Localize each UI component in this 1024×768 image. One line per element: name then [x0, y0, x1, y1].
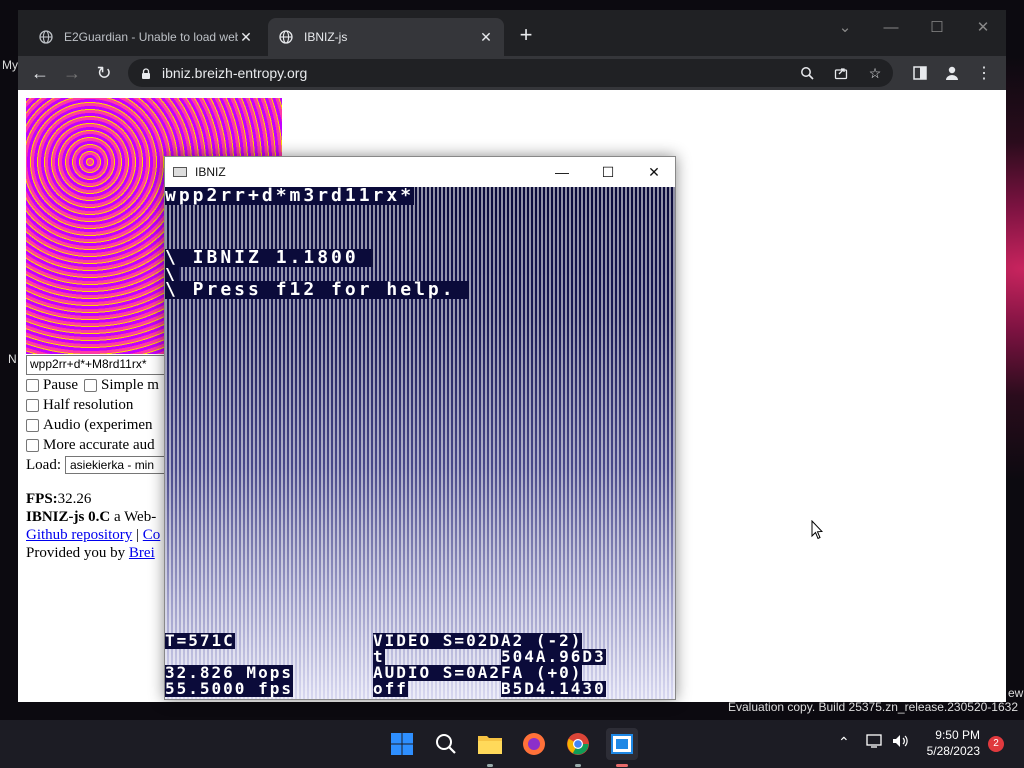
github-repository-link[interactable]: Github repository	[26, 527, 132, 544]
version-text: a Web-	[110, 509, 157, 525]
running-app-indicator	[575, 764, 581, 767]
reload-button[interactable]: ↻	[93, 62, 115, 84]
desktop-label-fragment: My	[2, 58, 18, 72]
side-panel-icon[interactable]	[908, 61, 932, 85]
load-label: Load:	[26, 456, 61, 473]
provider-link[interactable]: Brei	[129, 545, 155, 562]
fps-value: 32.26	[57, 491, 92, 507]
evaluation-watermark: Evaluation copy. Build 25375.zn_release.…	[728, 700, 1018, 714]
simple-mode-checkbox[interactable]	[84, 379, 97, 392]
fps-label: FPS:	[26, 491, 58, 507]
simple-mode-label: Simple m	[101, 377, 159, 393]
start-icon[interactable]	[386, 728, 418, 760]
profile-icon[interactable]	[940, 61, 964, 85]
new-tab-button[interactable]: +	[514, 24, 538, 48]
pause-checkbox[interactable]	[26, 379, 39, 392]
b-value: B5D4.1430	[501, 679, 606, 698]
version-title: IBNIZ-js 0.C	[26, 509, 111, 525]
ibniz-display[interactable]: wpp2rr+d*m3rd11rx* \ IBNIZ 1.1800 \ \ Pr…	[165, 187, 675, 699]
active-app-indicator	[616, 764, 628, 767]
load-row: Load: asiekierka - min	[26, 456, 165, 474]
minimize-button[interactable]: —	[539, 157, 585, 187]
file-explorer-icon[interactable]	[474, 728, 506, 760]
tab-ibniz-js[interactable]: IBNIZ-js ✕	[268, 18, 504, 56]
address-bar[interactable]: ibniz.breizh-entropy.org ☆	[128, 59, 893, 87]
minimize-button[interactable]: —	[868, 10, 914, 44]
provided-row: Provided you by Brei	[26, 545, 155, 562]
globe-icon	[38, 29, 54, 45]
browser-toolbar: ← → ↻ ibniz.breizh-entropy.org ☆ ⋮	[18, 56, 1006, 90]
audio-label: Audio (experimen	[43, 417, 153, 433]
desktop-label-fragment-2: N	[8, 352, 17, 366]
secondary-link[interactable]: Co	[143, 527, 161, 544]
accurate-audio-checkbox[interactable]	[26, 439, 39, 452]
close-window-button[interactable]: ✕	[960, 10, 1006, 44]
tab-strip: E2Guardian - Unable to load web page ✕ I…	[18, 10, 1006, 56]
volume-icon[interactable]	[892, 734, 910, 751]
code-input[interactable]: wpp2rr+d*+M8rd11rx*	[26, 355, 176, 375]
help-line: \ Press f12 for help.	[165, 279, 470, 300]
notification-badge[interactable]: 2	[988, 736, 1004, 752]
fps-readout: 55.5000 fps	[165, 679, 293, 698]
close-tab-icon[interactable]: ✕	[238, 29, 254, 45]
running-app-indicator	[487, 764, 493, 767]
firefox-icon[interactable]	[518, 728, 550, 760]
app-icon	[173, 167, 187, 177]
code-line[interactable]: wpp2rr+d*m3rd11rx*	[165, 187, 415, 205]
back-button[interactable]: ←	[29, 62, 51, 84]
banner-line: \ IBNIZ 1.1800	[165, 247, 373, 268]
url-text: ibniz.breizh-entropy.org	[162, 65, 308, 81]
provided-text: Provided you by	[26, 545, 129, 561]
close-tab-icon[interactable]: ✕	[478, 29, 494, 45]
ibniz-window: IBNIZ — ☐ ✕ wpp2rr+d*m3rd11rx* \ IBNIZ 1…	[164, 156, 676, 700]
link-separator: |	[132, 527, 143, 543]
load-select[interactable]: asiekierka - min	[65, 456, 165, 474]
menu-kebab-icon[interactable]: ⋮	[972, 61, 996, 85]
off-label: off	[373, 679, 408, 698]
forward-button[interactable]: →	[61, 62, 83, 84]
lock-icon	[140, 67, 152, 79]
tab-title: E2Guardian - Unable to load web page	[64, 30, 238, 44]
accurate-audio-label: More accurate aud	[43, 437, 155, 453]
option-row: Audio (experimen	[26, 417, 153, 434]
ibniz-titlebar[interactable]: IBNIZ — ☐ ✕	[165, 157, 675, 187]
globe-icon	[278, 29, 294, 45]
tab-e2guardian[interactable]: E2Guardian - Unable to load web page ✕	[28, 18, 264, 56]
half-resolution-label: Half resolution	[43, 397, 134, 413]
ibniz-app-icon[interactable]	[606, 728, 638, 760]
clock-date: 5/28/2023	[926, 744, 980, 758]
option-row: Pause Simple m	[26, 377, 159, 394]
audio-checkbox[interactable]	[26, 419, 39, 432]
share-icon[interactable]	[831, 63, 851, 83]
tab-search-icon[interactable]: ⌄	[822, 10, 868, 44]
mouse-cursor-icon	[811, 519, 824, 540]
tab-title: IBNIZ-js	[304, 30, 348, 44]
bookmark-star-icon[interactable]: ☆	[865, 63, 885, 83]
chrome-icon[interactable]	[562, 728, 594, 760]
time-counter: T=571C	[165, 631, 235, 650]
version-row: IBNIZ-js 0.C a Web-	[26, 509, 156, 526]
pause-label: Pause	[43, 377, 78, 393]
option-row: Half resolution	[26, 397, 133, 414]
chevron-up-icon[interactable]: ⌃	[838, 734, 850, 751]
maximize-button[interactable]: ☐	[914, 10, 960, 44]
ibniz-window-title: IBNIZ	[195, 165, 226, 179]
close-window-button[interactable]: ✕	[631, 157, 677, 187]
zoom-icon[interactable]	[797, 63, 817, 83]
system-clock[interactable]: 9:50 PM 5/28/2023	[927, 727, 980, 759]
fps-row: FPS: 32.26	[26, 491, 91, 508]
half-resolution-checkbox[interactable]	[26, 399, 39, 412]
search-icon[interactable]	[430, 728, 462, 760]
option-row: More accurate aud	[26, 437, 155, 454]
maximize-button[interactable]: ☐	[585, 157, 631, 187]
links-row: Github repository | Co	[26, 527, 160, 544]
network-icon[interactable]	[866, 734, 884, 751]
desktop-label-fragment-3: ew	[1008, 686, 1024, 700]
clock-time: 9:50 PM	[935, 728, 980, 742]
